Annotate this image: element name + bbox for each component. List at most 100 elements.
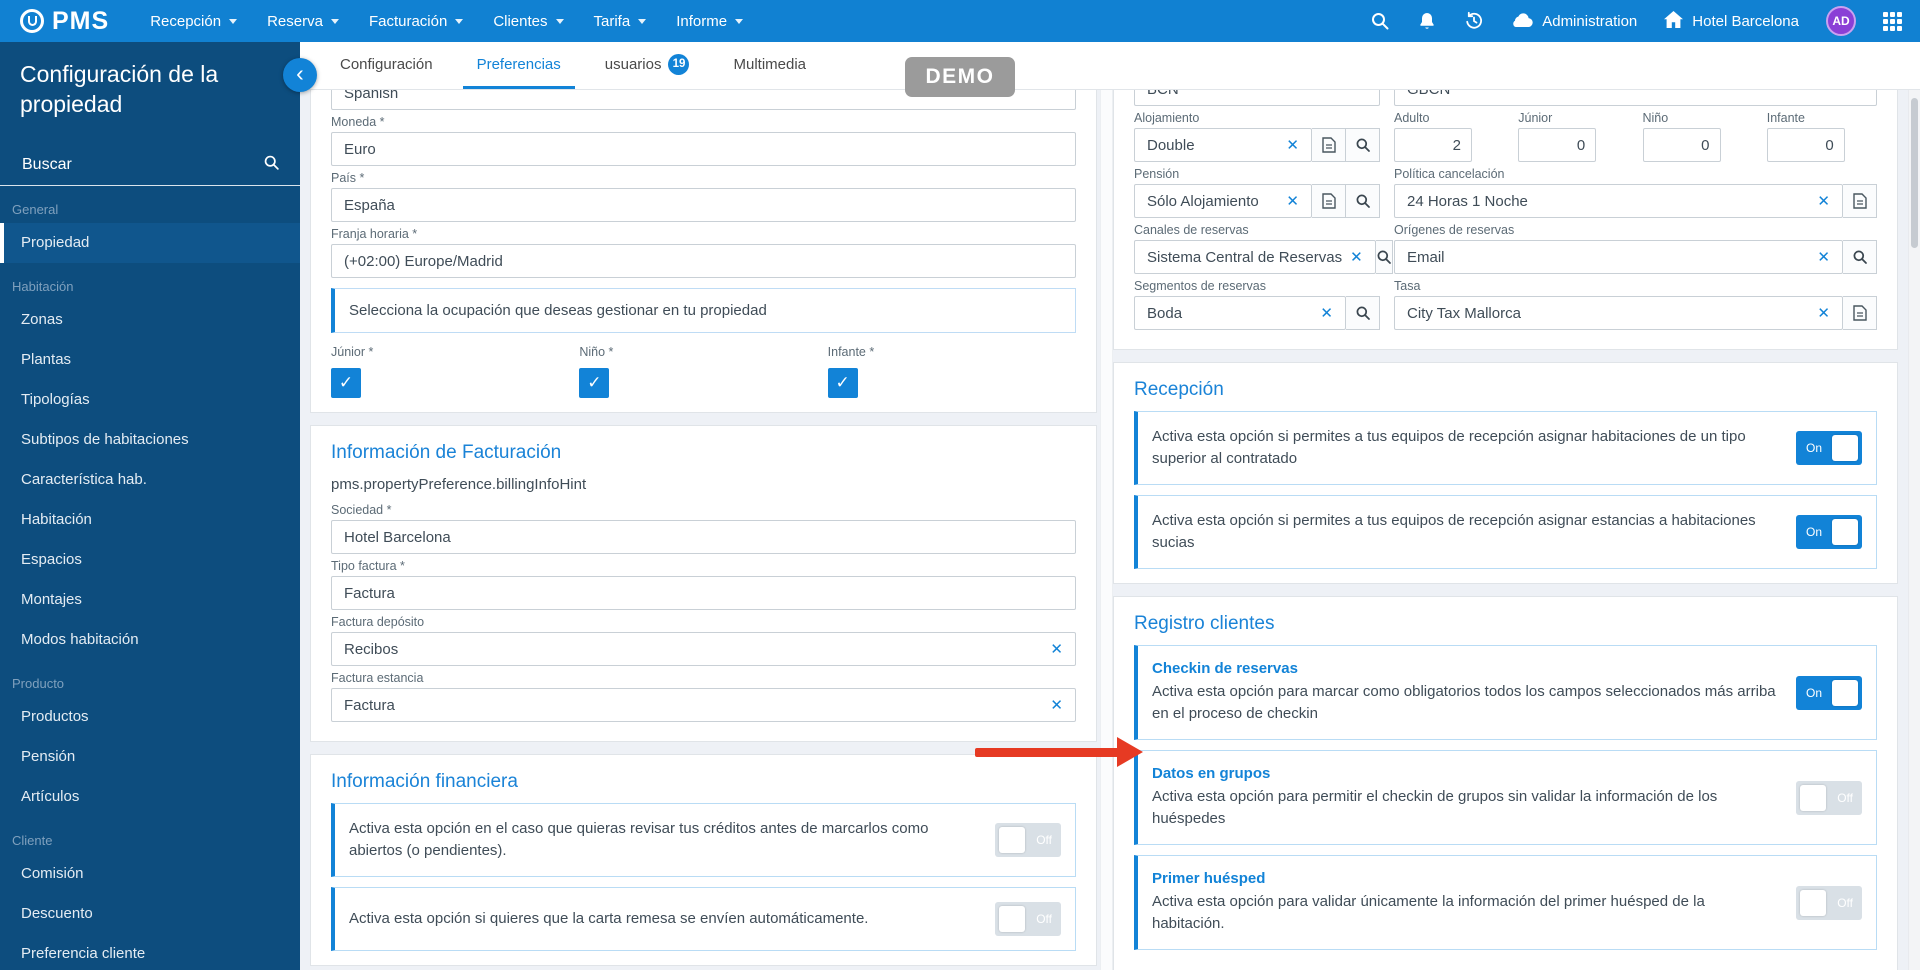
search-icon[interactable] xyxy=(263,154,280,176)
nav-clientes[interactable]: Clientes xyxy=(478,0,578,42)
politica-document-button[interactable] xyxy=(1843,184,1877,218)
clear-icon[interactable]: ✕ xyxy=(1350,248,1363,266)
origenes-field[interactable]: Email ✕ xyxy=(1394,240,1843,274)
occupancy-checkbox-row: Júnior * ✓ Niño * ✓ Infante * ✓ xyxy=(331,345,1076,398)
financial-info-card: Información financiera Activa esta opció… xyxy=(310,754,1097,966)
canales-field[interactable]: Sistema Central de Reservas ✕ xyxy=(1134,240,1376,274)
pension-field[interactable]: Sólo Alojamiento ✕ xyxy=(1134,184,1312,218)
search-input[interactable] xyxy=(20,155,263,176)
junior-checkbox[interactable]: ✓ xyxy=(331,368,361,398)
option-datos-en-grupos: Datos en grupos Activa esta opción para … xyxy=(1134,750,1877,845)
top-navbar: PMS Recepción Reserva Facturación Client… xyxy=(0,0,1920,42)
carta-remesa-toggle[interactable]: Off xyxy=(995,902,1061,936)
administration-link[interactable]: Administration xyxy=(1511,12,1637,31)
tab-preferencias[interactable]: Preferencias xyxy=(462,42,575,89)
tipo-factura-label: Tipo factura * xyxy=(331,559,405,573)
tipo-factura-field[interactable]: Factura xyxy=(331,576,1076,610)
sidebar-item-subtipos-de-habitaciones[interactable]: Subtipos de habitaciones xyxy=(0,420,300,460)
clear-icon[interactable]: ✕ xyxy=(1286,192,1299,210)
hotel-link[interactable]: Hotel Barcelona xyxy=(1664,10,1799,32)
clear-icon[interactable]: ✕ xyxy=(1286,136,1299,154)
asignar-tipo-superior-toggle[interactable]: On xyxy=(1796,431,1862,465)
clear-icon[interactable]: ✕ xyxy=(1050,696,1063,714)
sidebar-item-espacios[interactable]: Espacios xyxy=(0,540,300,580)
habitaciones-sucias-toggle[interactable]: On xyxy=(1796,515,1862,549)
politica-cancelacion-field[interactable]: 24 Horas 1 Noche ✕ xyxy=(1394,184,1843,218)
nav-tarifa[interactable]: Tarifa xyxy=(579,0,662,42)
franja-horaria-label: Franja horaria * xyxy=(331,227,418,241)
factura-deposito-field[interactable]: Recibos ✕ xyxy=(331,632,1076,666)
sidebar-item-descuento[interactable]: Descuento xyxy=(0,894,300,934)
infante-checkbox[interactable]: ✓ xyxy=(827,368,858,398)
factura-estancia-field[interactable]: Factura ✕ xyxy=(331,688,1076,722)
financial-info-title: Información financiera xyxy=(331,771,518,792)
toggle-knob xyxy=(1800,784,1826,811)
nav-informe[interactable]: Informe xyxy=(661,0,758,42)
tab-usuarios[interactable]: usuarios 19 xyxy=(591,42,704,89)
pension-document-button[interactable] xyxy=(1312,184,1346,218)
checkin-reservas-toggle[interactable]: On xyxy=(1796,675,1862,710)
user-avatar[interactable]: AD xyxy=(1826,6,1856,36)
segmentos-label: Segmentos de reservas xyxy=(1134,279,1267,293)
moneda-field[interactable]: Euro xyxy=(331,132,1076,166)
home-icon xyxy=(1664,10,1684,32)
datos-en-grupos-toggle[interactable]: Off xyxy=(1796,780,1862,815)
infante-count-field[interactable]: 0 xyxy=(1766,128,1845,162)
revisar-creditos-toggle[interactable]: Off xyxy=(995,823,1061,857)
option-carta-remesa: Activa esta opción si quieres que la car… xyxy=(331,887,1076,951)
nino-count-field[interactable]: 0 xyxy=(1642,128,1721,162)
clear-icon[interactable]: ✕ xyxy=(1817,304,1830,322)
codigo-field[interactable]: BCN xyxy=(1134,90,1380,106)
sidebar-item-articulos[interactable]: Artículos xyxy=(0,777,300,817)
apps-grid-icon[interactable] xyxy=(1883,11,1902,31)
tab-multimedia[interactable]: Multimedia xyxy=(719,42,820,89)
segmentos-field[interactable]: Boda ✕ xyxy=(1134,296,1346,330)
nav-recepcion[interactable]: Recepción xyxy=(135,0,252,42)
sidebar-item-zonas[interactable]: Zonas xyxy=(0,300,300,340)
pais-field[interactable]: España xyxy=(331,188,1076,222)
vertical-scrollbar[interactable] xyxy=(1908,90,1920,970)
clear-icon[interactable]: ✕ xyxy=(1050,640,1063,658)
sidebar-item-preferencia-cliente[interactable]: Preferencia cliente xyxy=(0,934,300,970)
nino-checkbox[interactable]: ✓ xyxy=(579,368,610,398)
franja-horaria-field[interactable]: (+02:00) Europe/Madrid xyxy=(331,244,1076,278)
sidebar-item-pension[interactable]: Pensión xyxy=(0,737,300,777)
clear-icon[interactable]: ✕ xyxy=(1817,248,1830,266)
notifications-bell-icon[interactable] xyxy=(1417,11,1437,31)
sidebar-item-habitacion[interactable]: Habitación xyxy=(0,500,300,540)
codigo-grupo-field[interactable]: GBCN xyxy=(1394,90,1877,106)
toggle-knob xyxy=(1832,519,1858,545)
pension-search-button[interactable] xyxy=(1346,184,1380,218)
search-icon[interactable] xyxy=(1370,11,1390,31)
clear-icon[interactable]: ✕ xyxy=(1320,304,1333,322)
junior-count-field[interactable]: 0 xyxy=(1518,128,1597,162)
adulto-field[interactable]: 2 xyxy=(1394,128,1472,162)
sidebar-item-plantas[interactable]: Plantas xyxy=(0,340,300,380)
pms-logo[interactable]: PMS xyxy=(20,7,109,36)
clear-icon[interactable]: ✕ xyxy=(1817,192,1830,210)
sidebar-item-caracteristica-hab[interactable]: Característica hab. xyxy=(0,460,300,500)
origenes-search-button[interactable] xyxy=(1843,240,1877,274)
tasa-document-button[interactable] xyxy=(1843,296,1877,330)
history-icon[interactable] xyxy=(1464,11,1484,31)
primer-huesped-toggle[interactable]: Off xyxy=(1796,885,1862,920)
canales-search-button[interactable] xyxy=(1375,240,1393,274)
sidebar-item-productos[interactable]: Productos xyxy=(0,697,300,737)
chevron-down-icon xyxy=(735,18,744,24)
tasa-field[interactable]: City Tax Mallorca ✕ xyxy=(1394,296,1843,330)
sidebar-item-propiedad[interactable]: Propiedad xyxy=(0,222,300,263)
sociedad-field[interactable]: Hotel Barcelona xyxy=(331,520,1076,554)
nav-facturacion[interactable]: Facturación xyxy=(354,0,478,42)
sidebar-collapse-button[interactable]: ‹ xyxy=(283,58,317,92)
alojamiento-search-button[interactable] xyxy=(1346,128,1380,162)
alojamiento-field[interactable]: Double ✕ xyxy=(1134,128,1312,162)
segmentos-search-button[interactable] xyxy=(1346,296,1380,330)
alojamiento-document-button[interactable] xyxy=(1312,128,1346,162)
sidebar-item-montajes[interactable]: Montajes xyxy=(0,580,300,620)
sidebar-item-tipologias[interactable]: Tipologías xyxy=(0,380,300,420)
sidebar-item-modos-habitacion[interactable]: Modos habitación xyxy=(0,620,300,660)
sidebar-item-comision[interactable]: Comisión xyxy=(0,854,300,894)
scrollbar-thumb[interactable] xyxy=(1911,98,1918,248)
tab-configuracion[interactable]: Configuración xyxy=(326,42,447,89)
nav-reserva[interactable]: Reserva xyxy=(252,0,354,42)
